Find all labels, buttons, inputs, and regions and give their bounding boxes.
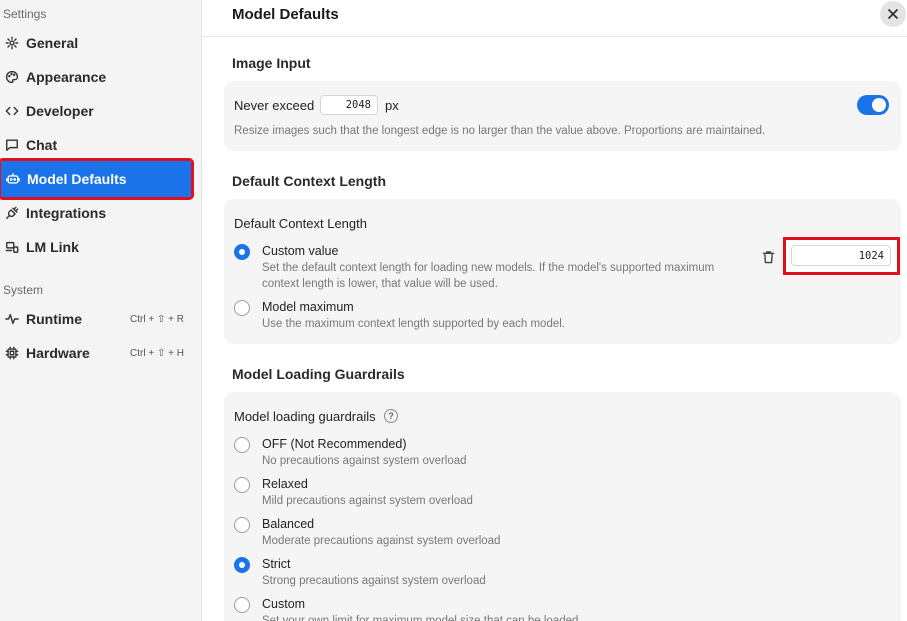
guardrails-section-title: Model Loading Guardrails [232, 366, 405, 382]
custom-value-label: Custom value [262, 244, 339, 258]
sidebar-item-label: Chat [26, 137, 58, 153]
help-icon[interactable]: ? [384, 409, 398, 423]
palette-icon [4, 69, 20, 85]
sidebar-item-label: LM Link [26, 239, 79, 255]
guardrail-off-label: OFF (Not Recommended) [262, 437, 407, 451]
guardrail-balanced-radio[interactable] [234, 517, 250, 533]
shortcut-hint: Ctrl + ⇧ + R [130, 313, 184, 325]
sidebar-item-label: Appearance [26, 69, 107, 85]
guardrail-strict-description: Strong precautions against system overlo… [262, 575, 486, 587]
sidebar-item-chat[interactable]: Chat [0, 128, 192, 162]
sidebar-item-label: General [26, 35, 79, 51]
sidebar-item-label: Hardware [26, 345, 90, 361]
code-icon [4, 103, 20, 119]
sidebar-item-general[interactable]: General [0, 26, 192, 60]
image-input-description: Resize images such that the longest edge… [234, 125, 766, 137]
reset-context-button[interactable] [760, 249, 776, 265]
link-device-icon [4, 239, 20, 255]
context-length-input-highlight [783, 237, 900, 275]
guardrail-off-radio[interactable] [234, 437, 250, 453]
guardrail-off-description: No precautions against system overload [262, 455, 467, 467]
sidebar-item-lm-link[interactable]: LM Link [0, 230, 192, 264]
guardrail-custom-radio[interactable] [234, 597, 250, 613]
settings-content: Model Defaults Image Input Never exceed … [202, 0, 907, 621]
pulse-icon [4, 311, 20, 327]
px-unit-label: px [385, 98, 399, 113]
sidebar-item-label: Integrations [26, 205, 107, 221]
chip-icon [4, 345, 20, 361]
sidebar: Settings General Appearance Developer Ch… [0, 0, 202, 621]
image-input-section-title: Image Input [232, 55, 311, 71]
model-maximum-description: Use the maximum context length supported… [262, 318, 565, 330]
image-resize-toggle[interactable] [857, 95, 889, 115]
gear-icon [4, 35, 20, 51]
guardrail-balanced-label: Balanced [262, 517, 315, 531]
sidebar-item-model-defaults[interactable]: Model Defaults [0, 158, 194, 200]
never-exceed-label: Never exceed [234, 98, 315, 113]
close-icon [887, 8, 899, 20]
sidebar-item-label: Runtime [26, 311, 82, 327]
chat-bubble-icon [4, 137, 20, 153]
sidebar-item-integrations[interactable]: Integrations [0, 196, 192, 230]
guardrails-card-title: Model loading guardrails [234, 409, 376, 424]
trash-icon [762, 251, 774, 264]
context-length-card-title: Default Context Length [234, 216, 367, 231]
model-maximum-label: Model maximum [262, 300, 354, 314]
sidebar-item-label: Developer [26, 103, 94, 119]
guardrails-card: Model loading guardrails ? OFF (Not Reco… [224, 392, 901, 621]
plug-icon [4, 205, 20, 221]
sidebar-system-heading: System [3, 283, 44, 297]
sidebar-item-label: Model Defaults [27, 171, 127, 187]
close-button[interactable] [880, 1, 906, 27]
page-title: Model Defaults [232, 6, 339, 23]
context-length-card: Default Context Length Custom value Set … [224, 199, 901, 344]
custom-value-description-line1: Set the default context length for loadi… [262, 262, 715, 274]
sidebar-item-hardware[interactable]: Hardware Ctrl + ⇧ + H [0, 336, 192, 370]
robot-icon [5, 171, 21, 187]
sidebar-item-developer[interactable]: Developer [0, 94, 192, 128]
guardrail-balanced-description: Moderate precautions against system over… [262, 535, 501, 547]
image-input-card: Never exceed px Resize images such that … [224, 81, 901, 151]
context-length-section-title: Default Context Length [232, 173, 386, 189]
guardrail-strict-label: Strict [262, 557, 291, 571]
shortcut-hint: Ctrl + ⇧ + H [130, 347, 184, 359]
guardrail-relaxed-label: Relaxed [262, 477, 308, 491]
sidebar-settings-heading: Settings [3, 7, 47, 21]
guardrail-relaxed-description: Mild precautions against system overload [262, 495, 473, 507]
max-image-size-input[interactable] [320, 95, 378, 115]
context-length-input[interactable] [791, 245, 891, 266]
guardrail-relaxed-radio[interactable] [234, 477, 250, 493]
custom-value-description-line2: context length is lower, that value will… [262, 278, 498, 290]
guardrail-custom-description: Set your own limit for maximum model siz… [262, 615, 579, 621]
header: Model Defaults [202, 0, 907, 37]
toggle-knob [872, 98, 886, 112]
sidebar-item-runtime[interactable]: Runtime Ctrl + ⇧ + R [0, 302, 192, 336]
custom-value-radio[interactable] [234, 244, 250, 260]
model-maximum-radio[interactable] [234, 300, 250, 316]
guardrail-custom-label: Custom [262, 597, 306, 611]
guardrail-strict-radio[interactable] [234, 557, 250, 573]
sidebar-item-appearance[interactable]: Appearance [0, 60, 192, 94]
